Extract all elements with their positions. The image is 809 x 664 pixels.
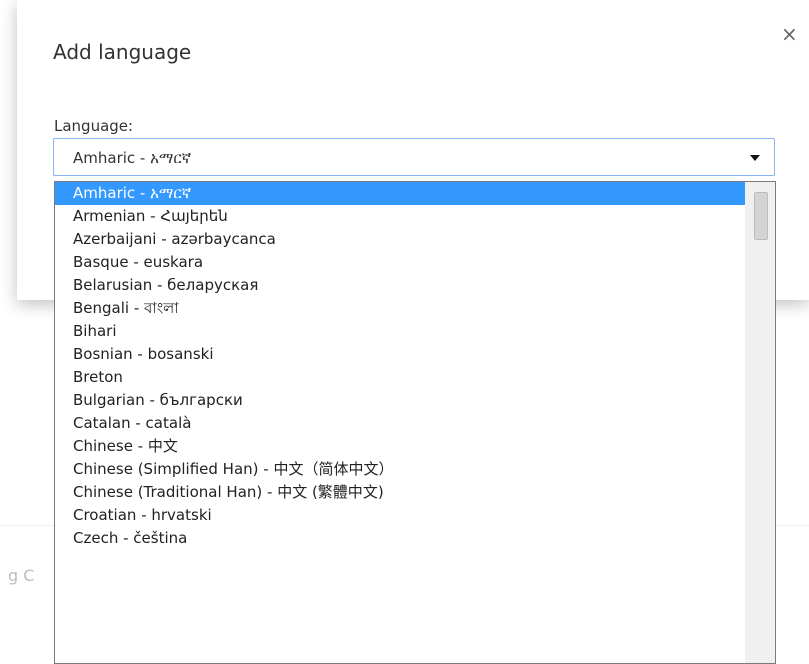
language-option[interactable]: Bulgarian - български: [55, 389, 745, 412]
language-select[interactable]: Amharic - አማርኛ: [53, 138, 775, 176]
language-option[interactable]: Basque - euskara: [55, 251, 745, 274]
language-option[interactable]: Bengali - বাংলা: [55, 297, 745, 320]
language-option[interactable]: Croatian - hrvatski: [55, 504, 745, 527]
language-option[interactable]: Bihari: [55, 320, 745, 343]
close-icon[interactable]: ×: [781, 22, 798, 46]
language-option[interactable]: Chinese (Traditional Han) - 中文 (繁體中文): [55, 481, 745, 504]
dialog-title: Add language: [53, 40, 192, 64]
dropdown-arrow-icon: [750, 155, 760, 161]
language-options-list: Amharic - አማርኛ Armenian - Հայերեն Azerbaij…: [55, 182, 745, 663]
language-option[interactable]: Chinese (Simplified Han) - 中文（简体中文）: [55, 458, 745, 481]
language-label: Language:: [54, 117, 134, 135]
language-option[interactable]: Bosnian - bosanski: [55, 343, 745, 366]
dropdown-scrollbar[interactable]: [745, 182, 775, 663]
language-option[interactable]: Chinese - 中文: [55, 435, 745, 458]
language-option[interactable]: Breton: [55, 366, 745, 389]
selected-language: Amharic - አማርኛ: [73, 149, 192, 167]
language-option[interactable]: Belarusian - беларуская: [55, 274, 745, 297]
language-option[interactable]: Czech - čeština: [55, 527, 745, 550]
scrollbar-thumb[interactable]: [754, 192, 768, 240]
language-option[interactable]: Armenian - Հայերեն: [55, 205, 745, 228]
language-option[interactable]: Amharic - አማርኛ: [55, 182, 745, 205]
language-option[interactable]: Catalan - català: [55, 412, 745, 435]
language-dropdown: Amharic - አማርኛ Armenian - Հայերեն Azerbaij…: [54, 181, 776, 664]
language-option[interactable]: Azerbaijani - azərbaycanca: [55, 228, 745, 251]
background-snippet: g C: [8, 566, 35, 585]
